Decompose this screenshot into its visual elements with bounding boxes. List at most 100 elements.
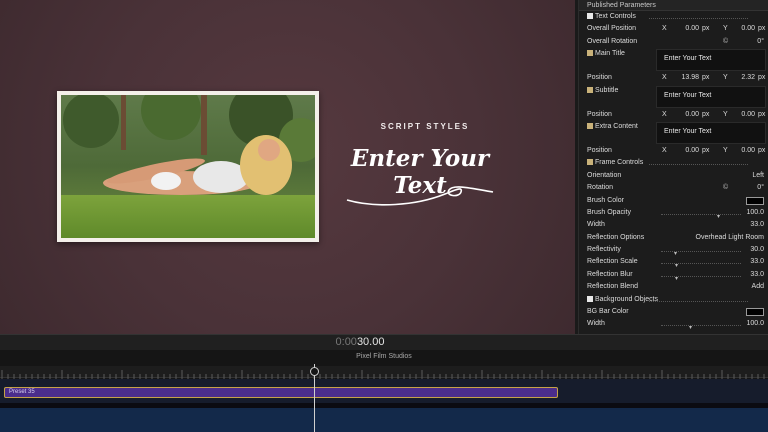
x-value-field[interactable]: 0.00: [675, 23, 699, 35]
y-value-field[interactable]: 2.32: [731, 72, 755, 84]
audio-lane: [0, 408, 768, 432]
subtitle-textbox[interactable]: Enter Your Text: [656, 85, 766, 108]
value-field[interactable]: 33.0: [750, 269, 764, 281]
value-field[interactable]: 33.0: [750, 219, 764, 231]
value-field[interactable]: 30.0: [750, 244, 764, 256]
title-clip[interactable]: Preset 35: [4, 387, 558, 398]
y-label: Y: [723, 25, 728, 33]
text-field-icon: [587, 86, 593, 93]
value-field[interactable]: 100.0: [746, 207, 764, 219]
x-value-field[interactable]: 0.00: [675, 109, 699, 121]
y-label: Y: [723, 110, 728, 118]
param-label: Reflection Blend: [587, 283, 638, 291]
value-field[interactable]: 100.0: [746, 318, 764, 330]
published-parameters-panel: Published Parameters Text Controls Overa…: [578, 0, 768, 334]
param-label: Extra Content: [595, 122, 638, 130]
clip-label: Preset 35: [9, 389, 35, 395]
timecode-bar: 0:0030.00: [0, 334, 768, 350]
param-brush-opacity: Brush Opacity ▾ 100.0: [579, 207, 768, 220]
slider-track[interactable]: [661, 275, 741, 277]
script-styles-label: SCRIPT STYLES: [380, 122, 470, 131]
param-label-wrap: Subtitle: [587, 85, 618, 97]
slider-track[interactable]: [661, 263, 741, 265]
text-field-icon: [587, 50, 593, 57]
param-brush-color: Brush Color: [579, 195, 768, 207]
reflection-blend-popup[interactable]: Add: [752, 281, 764, 293]
param-orientation[interactable]: Orientation Left: [579, 170, 768, 182]
slider-track[interactable]: [661, 251, 741, 253]
unit-label: px: [702, 146, 710, 154]
param-label: Width: [587, 320, 605, 328]
photo-frame: [57, 91, 319, 242]
param-main-title-position: Position X 13.98 px Y 2.32 px: [579, 72, 768, 84]
orientation-popup[interactable]: Left: [752, 170, 764, 182]
section-divider: [649, 300, 748, 302]
timeline-ruler[interactable]: [0, 366, 768, 379]
unit-label: px: [758, 146, 766, 154]
param-label: Brush Color: [587, 196, 624, 204]
param-label: Overall Position: [587, 25, 637, 33]
slider-track[interactable]: [661, 325, 741, 327]
param-subtitle: Subtitle Enter Your Text: [579, 85, 768, 109]
extra-content-textbox[interactable]: Enter Your Text: [656, 121, 766, 144]
y-value-field[interactable]: 0.00: [731, 145, 755, 157]
param-label-wrap: Main Title: [587, 48, 625, 60]
reflection-options-popup[interactable]: Overhead Light Room: [696, 232, 764, 244]
unit-label: px: [702, 74, 710, 82]
timecode-prefix: 0:00: [335, 336, 357, 348]
y-label: Y: [723, 146, 728, 154]
viewer-canvas[interactable]: SCRIPT STYLES Enter Your Text: [0, 0, 575, 334]
x-label: X: [662, 25, 667, 33]
y-value-field[interactable]: 0.00: [731, 23, 755, 35]
param-label: Width: [587, 221, 605, 229]
timeline: Pixel Film Studios Preset 35: [0, 350, 768, 432]
y-value-field[interactable]: 0.00: [731, 109, 755, 121]
section-background-objects[interactable]: Background Objects: [579, 294, 768, 306]
param-label: Position: [587, 74, 612, 82]
playhead-handle[interactable]: [310, 367, 319, 376]
param-label: BG Bar Color: [587, 308, 629, 316]
param-main-title: Main Title Enter Your Text: [579, 48, 768, 72]
x-value-field[interactable]: 0.00: [675, 145, 699, 157]
x-value-field[interactable]: 13.98: [675, 72, 699, 84]
param-label-wrap: Extra Content: [587, 121, 638, 133]
param-width: Width 33.0: [579, 219, 768, 231]
x-label: X: [662, 74, 667, 82]
text-field-icon: [587, 122, 593, 129]
section-text-controls[interactable]: Text Controls: [579, 11, 768, 23]
y-label: Y: [723, 74, 728, 82]
param-reflection-options[interactable]: Reflection Options Overhead Light Room: [579, 232, 768, 244]
param-reflection-blur: Reflection Blur ▾ 33.0: [579, 269, 768, 282]
unit-label: px: [702, 110, 710, 118]
param-label: Reflection Scale: [587, 258, 638, 266]
section-frame-controls[interactable]: Frame Controls: [579, 157, 768, 169]
section-divider: [649, 164, 748, 166]
timecode-display[interactable]: 0:0030.00: [330, 336, 390, 348]
param-label: Reflectivity: [587, 246, 621, 254]
timecode-value: 30.00: [356, 336, 385, 348]
brush-color-swatch[interactable]: [746, 196, 764, 205]
param-label: Overall Rotation: [587, 37, 638, 45]
param-label: Brush Opacity: [587, 208, 631, 216]
section-label: Frame Controls: [595, 159, 644, 167]
rotation-dial-icon[interactable]: ©: [723, 182, 728, 194]
param-reflectivity: Reflectivity ▾ 30.0: [579, 244, 768, 257]
value-field[interactable]: 33.0: [750, 256, 764, 268]
photo-image: [61, 95, 315, 238]
slider-track[interactable]: [661, 213, 741, 215]
rotation-dial-icon[interactable]: ©: [723, 36, 728, 48]
checkbox-icon[interactable]: [587, 13, 593, 19]
param-overall-position: Overall Position X 0.00 px Y 0.00 px: [579, 23, 768, 35]
param-label: Reflection Blur: [587, 270, 633, 278]
param-reflection-blend[interactable]: Reflection Blend Add: [579, 281, 768, 293]
timeline-tracks[interactable]: Preset 35: [0, 379, 768, 432]
bg-bar-color-swatch[interactable]: [746, 308, 764, 317]
param-label: Orientation: [587, 171, 622, 179]
main-title-textbox[interactable]: Enter Your Text: [656, 49, 766, 72]
param-label: Position: [587, 146, 612, 154]
slider-knob[interactable]: ▾: [689, 322, 692, 334]
rotation-value-field[interactable]: 0°: [757, 182, 764, 194]
panel-title: Published Parameters: [579, 0, 768, 11]
rotation-value-field[interactable]: 0°: [757, 36, 764, 48]
checkbox-icon[interactable]: [587, 295, 593, 302]
